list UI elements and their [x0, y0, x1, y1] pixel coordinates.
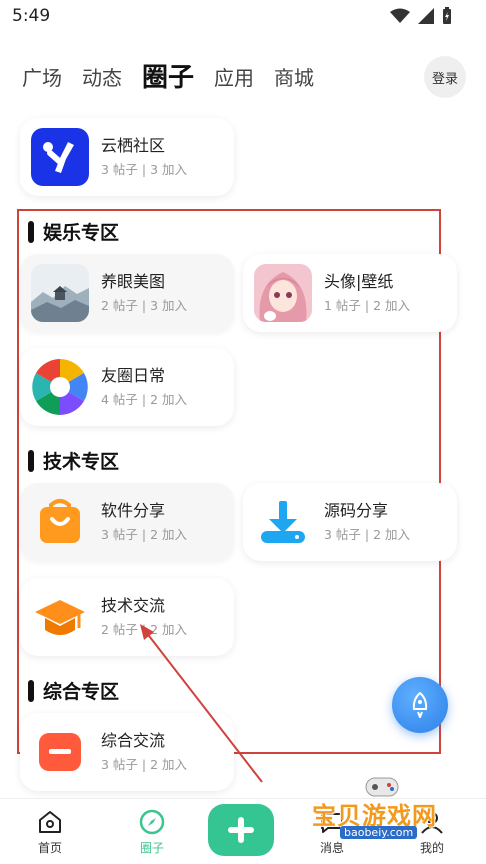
- circle-card-beauty-pics[interactable]: 养眼美图 2 帖子 | 3 加入: [20, 254, 234, 332]
- card-title: 源码分享: [324, 501, 389, 520]
- status-time: 5:49: [12, 6, 51, 26]
- chat-bubble-icon: [31, 723, 89, 781]
- watermark-url: baobeiy.com: [340, 826, 418, 839]
- aperture-icon: [31, 358, 89, 416]
- nav-circle-label: 圈子: [139, 841, 164, 855]
- circle-card-software-share[interactable]: 软件分享 3 帖子 | 2 加入: [20, 483, 234, 561]
- anime-avatar-thumbnail-icon: [254, 264, 312, 322]
- status-bar: 5:49: [0, 0, 486, 34]
- card-title: 技术交流: [101, 596, 166, 615]
- compass-icon: [139, 809, 165, 835]
- login-button[interactable]: 登录: [424, 56, 466, 98]
- wifi-icon: [390, 8, 410, 23]
- card-title: 云栖社区: [101, 136, 166, 155]
- graduation-cap-icon: [31, 588, 89, 646]
- section-title: 技术专区: [43, 451, 120, 473]
- card-stats: 1 帖子 | 2 加入: [324, 298, 411, 313]
- download-icon: [254, 493, 312, 551]
- card-title: 养眼美图: [101, 272, 166, 291]
- card-stats: 2 帖子 | 3 加入: [101, 298, 188, 313]
- tab-dynamics[interactable]: 动态: [82, 58, 122, 98]
- watermark: 宝贝游戏网 baobeiy.com: [312, 770, 462, 840]
- tab-circle[interactable]: 圈子: [142, 58, 194, 98]
- tab-mall[interactable]: 商城: [274, 58, 314, 98]
- tab-plaza[interactable]: 广场: [22, 58, 62, 98]
- circle-card-daily-moments[interactable]: 友圈日常 4 帖子 | 2 加入: [20, 348, 234, 426]
- circle-card-source-share[interactable]: 源码分享 3 帖子 | 2 加入: [243, 483, 457, 561]
- nav-messages-label: 消息: [319, 841, 344, 855]
- gamepad-icon: [365, 777, 399, 797]
- publish-plus-button[interactable]: [208, 804, 274, 856]
- section-title: 综合专区: [43, 681, 120, 703]
- card-title: 友圈日常: [101, 366, 166, 385]
- battery-icon: [443, 7, 451, 24]
- plus-icon: [228, 817, 254, 843]
- nav-home-label: 首页: [37, 841, 62, 855]
- rocket-icon: [412, 692, 428, 718]
- top-tabs: 广场 动态 圈子 应用 商城: [22, 58, 314, 98]
- card-stats: 3 帖子 | 2 加入: [101, 527, 188, 542]
- section-header-general: 综合专区: [28, 677, 119, 704]
- card-stats: 3 帖子 | 2 加入: [324, 527, 411, 542]
- shopping-bag-icon: [31, 493, 89, 551]
- yunqi-logo-icon: [31, 128, 89, 186]
- circle-card-avatar-wallpaper[interactable]: 头像|壁纸 1 帖子 | 2 加入: [243, 254, 457, 332]
- card-title: 软件分享: [101, 501, 166, 520]
- section-header-entertainment: 娱乐专区: [28, 218, 119, 245]
- signal-icon: [418, 8, 434, 24]
- home-icon: [39, 811, 61, 833]
- section-title: 娱乐专区: [43, 222, 120, 244]
- nav-circle[interactable]: 圈子: [122, 809, 182, 856]
- section-header-tech: 技术专区: [28, 447, 119, 474]
- circle-card-yunqi[interactable]: 云栖社区 3 帖子 | 3 加入: [20, 118, 234, 196]
- card-stats: 4 帖子 | 2 加入: [101, 392, 188, 407]
- tab-apps[interactable]: 应用: [214, 58, 254, 98]
- card-stats: 3 帖子 | 3 加入: [101, 162, 188, 177]
- rocket-float-button[interactable]: [392, 677, 448, 733]
- landscape-thumbnail-icon: [31, 264, 89, 322]
- annotation-arrow: [140, 624, 263, 783]
- nav-mine-label: 我的: [419, 841, 444, 855]
- card-title: 头像|壁纸: [324, 272, 394, 291]
- nav-home[interactable]: 首页: [20, 809, 80, 856]
